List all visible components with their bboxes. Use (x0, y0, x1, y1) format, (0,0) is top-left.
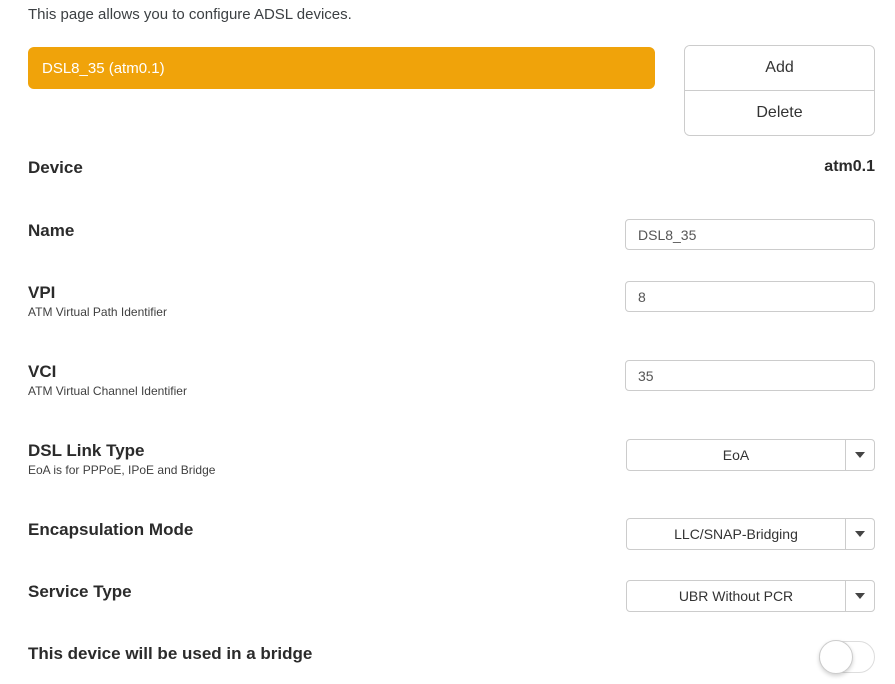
vpi-help-text: ATM Virtual Path Identifier (28, 305, 167, 319)
vci-label: VCI (28, 362, 56, 382)
bridge-label: This device will be used in a bridge (28, 644, 312, 664)
encapsulation-mode-selected-value: LLC/SNAP-Bridging (627, 519, 845, 549)
dsl-link-type-caret[interactable] (845, 440, 874, 470)
page-description: This page allows you to configure ADSL d… (28, 6, 352, 23)
selected-device-label: DSL8_35 (atm0.1) (42, 60, 165, 77)
service-type-caret[interactable] (845, 581, 874, 611)
toggle-knob (819, 640, 853, 674)
adsl-config-page: This page allows you to configure ADSL d… (0, 0, 895, 684)
add-button[interactable]: Add (685, 46, 874, 90)
name-label: Name (28, 221, 74, 241)
encapsulation-mode-select[interactable]: LLC/SNAP-Bridging (626, 518, 875, 550)
device-list-item-selected[interactable]: DSL8_35 (atm0.1) (28, 47, 655, 89)
vci-field[interactable] (625, 360, 875, 391)
bridge-toggle[interactable] (819, 641, 875, 673)
device-actions-group: Add Delete (684, 45, 875, 136)
vpi-label: VPI (28, 283, 55, 303)
service-type-label: Service Type (28, 582, 132, 602)
delete-button[interactable]: Delete (685, 90, 874, 135)
dsl-link-type-select[interactable]: EoA (626, 439, 875, 471)
encapsulation-mode-label: Encapsulation Mode (28, 520, 193, 540)
service-type-select[interactable]: UBR Without PCR (626, 580, 875, 612)
encapsulation-mode-caret[interactable] (845, 519, 874, 549)
chevron-down-icon (855, 452, 865, 458)
vci-help-text: ATM Virtual Channel Identifier (28, 384, 187, 398)
dsl-link-type-selected-value: EoA (627, 440, 845, 470)
name-field[interactable] (625, 219, 875, 250)
device-value: atm0.1 (824, 158, 875, 176)
dsl-link-type-help-text: EoA is for PPPoE, IPoE and Bridge (28, 463, 215, 477)
chevron-down-icon (855, 531, 865, 537)
device-label: Device (28, 158, 83, 178)
dsl-link-type-label: DSL Link Type (28, 441, 145, 461)
vpi-field[interactable] (625, 281, 875, 312)
service-type-selected-value: UBR Without PCR (627, 581, 845, 611)
chevron-down-icon (855, 593, 865, 599)
